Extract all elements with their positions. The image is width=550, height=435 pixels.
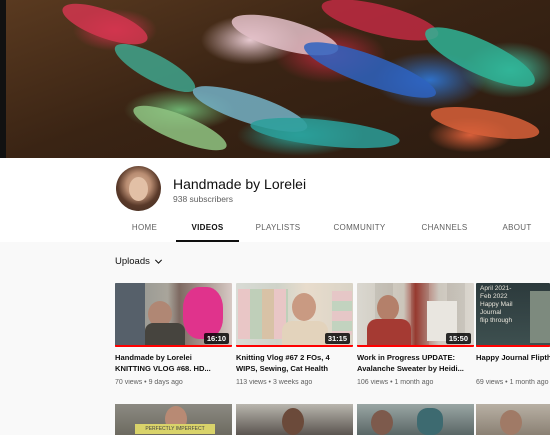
- video-duration: 16:10: [203, 333, 229, 344]
- tab-videos[interactable]: VIDEOS: [176, 216, 239, 242]
- thumbnail-caption: April 2021- Feb 2022 Happy Mail Journal …: [480, 285, 513, 324]
- video-title[interactable]: Knitting Vlog #67 2 FOs, 4 WIPS, Sewing,…: [236, 352, 350, 374]
- thumbnail-sweater: [282, 321, 328, 347]
- video-duration: 31:15: [324, 333, 350, 344]
- uploads-label: Uploads: [115, 256, 150, 267]
- thumbnail-person: [377, 295, 399, 321]
- thumbnail-person: [282, 408, 304, 435]
- thumbnail-quilt: [332, 291, 352, 335]
- yarn-strand: [299, 31, 441, 109]
- video-thumbnail[interactable]: [476, 404, 550, 435]
- banner-edge: [0, 0, 6, 158]
- thumbnail-shirt: [145, 323, 185, 347]
- thumbnail-quilt: [238, 289, 288, 339]
- video-thumbnail[interactable]: April 2021- Feb 2022 Happy Mail Journal …: [476, 283, 550, 347]
- thumbnail-person: [500, 410, 522, 435]
- video-meta: 113 views • 3 weeks ago: [236, 379, 313, 386]
- watch-progress-bar: [115, 345, 232, 347]
- uploads-sort-dropdown[interactable]: Uploads: [115, 256, 163, 267]
- video-thumbnail[interactable]: 16:10: [115, 283, 232, 347]
- video-thumbnail[interactable]: 31:15: [236, 283, 353, 347]
- thumbnail-sweater: [367, 319, 411, 347]
- subscriber-count: 938 subscribers: [173, 194, 234, 204]
- channel-tabs: HOME VIDEOS PLAYLISTS COMMUNITY CHANNELS…: [113, 216, 547, 242]
- video-thumbnail[interactable]: [236, 404, 353, 435]
- channel-avatar[interactable]: [116, 166, 161, 211]
- tab-community[interactable]: COMMUNITY: [317, 216, 402, 242]
- yarn-strand: [318, 0, 442, 50]
- yarn-strand: [57, 0, 153, 53]
- video-duration: 15:50: [445, 333, 471, 344]
- tab-home[interactable]: HOME: [113, 216, 176, 242]
- thumbnail-journal: [530, 291, 550, 343]
- thumbnail-caption: PERFECTLY IMPERFECT: [135, 424, 215, 434]
- yarn-strand: [418, 16, 542, 98]
- thumbnail-yarn: [417, 408, 443, 435]
- tab-channels[interactable]: CHANNELS: [402, 216, 487, 242]
- chevron-down-icon: [154, 259, 162, 264]
- thumbnail-doorway: [115, 283, 145, 347]
- video-meta: 106 views • 1 month ago: [357, 379, 434, 386]
- thumbnail-person: [371, 410, 393, 435]
- video-title[interactable]: Handmade by Lorelei KNITTING VLOG #68. H…: [115, 352, 229, 374]
- watch-progress-bar: [357, 345, 474, 347]
- video-title[interactable]: Work in Progress UPDATE: Avalanche Sweat…: [357, 352, 471, 374]
- watch-progress-bar: [476, 345, 550, 347]
- video-meta: 70 views • 9 days ago: [115, 379, 183, 386]
- yarn-strand: [109, 35, 201, 101]
- watch-progress-bar: [236, 345, 353, 347]
- avatar-face: [129, 177, 148, 201]
- video-meta: 69 views • 1 month ago: [476, 379, 549, 386]
- tab-playlists[interactable]: PLAYLISTS: [239, 216, 317, 242]
- yarn-strand: [249, 112, 401, 154]
- video-thumbnail[interactable]: PERFECTLY IMPERFECT: [115, 404, 232, 435]
- tab-about[interactable]: ABOUT: [487, 216, 547, 242]
- video-thumbnail[interactable]: 15:50: [357, 283, 474, 347]
- video-title[interactable]: Happy Journal Flipthrough April 2021 Feb…: [476, 352, 550, 374]
- channel-banner: [0, 0, 550, 158]
- yarn-strand: [428, 100, 542, 146]
- thumbnail-person: [292, 293, 316, 321]
- channel-name: Handmade by Lorelei: [173, 176, 307, 192]
- video-thumbnail[interactable]: [357, 404, 474, 435]
- thumbnail-yarn: [183, 287, 223, 339]
